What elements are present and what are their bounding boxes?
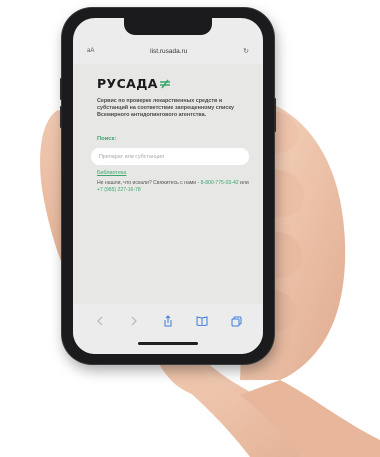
logo-text: РУСАДА (97, 76, 158, 91)
reload-icon[interactable]: ↻ (243, 47, 249, 55)
text-size-button[interactable]: aA (87, 48, 94, 54)
share-icon (164, 315, 172, 327)
contact-prefix: Не нашли, что искали? Свяжитесь с нами - (97, 180, 201, 186)
web-page: РУСАДА Сервис по проверке лекарственных … (73, 64, 263, 304)
power-button (274, 98, 276, 132)
browser-address-bar[interactable]: aA list.rusada.ru ↻ (73, 40, 263, 62)
bookmarks-button[interactable] (193, 314, 211, 328)
volume-button (60, 78, 62, 100)
service-description: Сервис по проверке лекарственных средств… (97, 98, 235, 118)
chevron-left-icon (97, 316, 103, 326)
tabs-button[interactable] (227, 314, 245, 328)
back-button[interactable] (91, 314, 109, 328)
search-input[interactable]: Препарат или субстанция (91, 148, 249, 165)
home-indicator[interactable] (138, 342, 198, 345)
volume-button (60, 106, 62, 128)
bookmarks-icon (196, 316, 208, 326)
contact-phone-link[interactable]: 8-800-775-03-42 (201, 180, 239, 186)
site-logo[interactable]: РУСАДА (97, 76, 171, 91)
library-link[interactable]: Библиотека (97, 170, 126, 176)
contact-middle: или (238, 180, 249, 186)
search-label: Поиск: (97, 136, 117, 142)
forward-button[interactable] (125, 314, 143, 328)
photo-scene: aA list.rusada.ru ↻ РУСАДА Сервис по про… (0, 0, 380, 457)
contact-info: Не нашли, что искали? Свяжитесь с нами -… (97, 180, 249, 194)
phone-screen: aA list.rusada.ru ↻ РУСАДА Сервис по про… (73, 18, 263, 354)
tabs-icon (231, 316, 241, 326)
contact-phone-link[interactable]: +7 (985) 227-16-78 (97, 187, 141, 193)
logo-mark-icon (159, 79, 170, 88)
notch (124, 18, 212, 35)
search-placeholder: Препарат или субстанция (99, 153, 164, 160)
chevron-right-icon (131, 316, 137, 326)
url-text[interactable]: list.rusada.ru (150, 48, 187, 55)
smartphone: aA list.rusada.ru ↻ РУСАДА Сервис по про… (60, 8, 276, 364)
browser-toolbar (73, 304, 263, 354)
share-button[interactable] (159, 314, 177, 328)
